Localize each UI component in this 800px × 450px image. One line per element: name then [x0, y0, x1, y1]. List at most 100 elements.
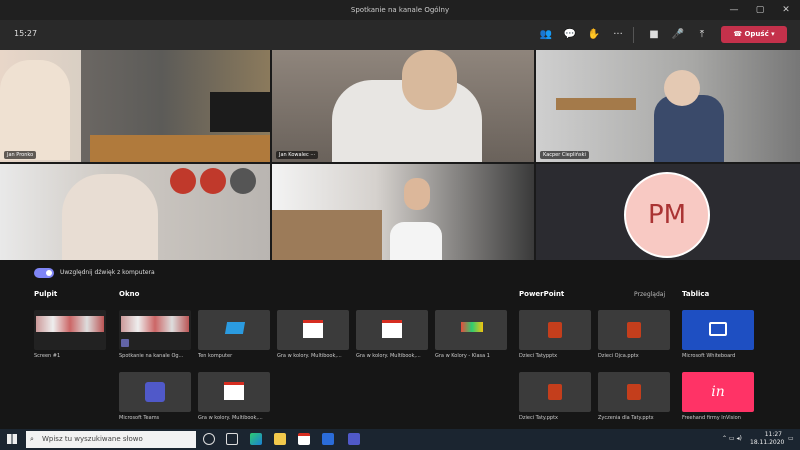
window-item-label: Ten komputer: [198, 353, 233, 359]
clock[interactable]: 11:27 18.11.2020: [750, 431, 784, 447]
window-thumbnail[interactable]: [198, 310, 270, 350]
powerpoint-icon: [548, 384, 562, 400]
participant-name: Kacper Ciepliński: [540, 151, 589, 159]
video-tile[interactable]: [272, 164, 534, 260]
window-titlebar: Spotkanie na kanale Ogólny: [0, 0, 800, 20]
tray-icons[interactable]: ⌃ ▭ ◂): [722, 435, 742, 442]
section-powerpoint: PowerPoint: [519, 290, 565, 298]
leave-button[interactable]: ☎ Opuść ▾: [721, 26, 787, 43]
powerpoint-item-label: Życzenia dla Taty.pptx: [598, 415, 654, 421]
window-thumbnail[interactable]: [356, 310, 428, 350]
video-tile[interactable]: Jan Pronko: [0, 50, 270, 162]
section-whiteboard: Tablica: [682, 290, 710, 298]
meeting-toolbar: 15:27 👥 💬 ✋ ··· ■ 🎤 ⤒ ☎ Opuść ▾: [0, 20, 800, 50]
wall-decoration: [230, 168, 256, 194]
participant-video: [404, 178, 430, 210]
more-actions-icon[interactable]: ···: [610, 27, 626, 43]
edge-icon[interactable]: [250, 433, 262, 445]
screen-preview: [121, 316, 189, 332]
furniture-background: [90, 135, 270, 162]
participant-video: [654, 95, 724, 162]
window-item-label: Gra w kolory. Multibook,...: [277, 353, 342, 359]
app-icon[interactable]: [322, 433, 334, 445]
powerpoint-item-label: Dzieci Taty.pptx: [519, 415, 559, 421]
tv-background: [210, 92, 270, 132]
powerpoint-icon: [627, 384, 641, 400]
powerpoint-thumbnail[interactable]: [519, 310, 591, 350]
whiteboard-item-label: Freehand firmy InVision: [682, 415, 741, 421]
whiteboard-thumbnail[interactable]: [682, 310, 754, 350]
raise-hand-icon[interactable]: ✋: [586, 27, 602, 43]
chat-icon[interactable]: 💬: [562, 27, 578, 43]
phone-icon: ☎: [733, 30, 745, 38]
shelf-background: [556, 98, 636, 110]
maximize-icon[interactable]: ▢: [748, 0, 772, 20]
app-logo-icon: [382, 320, 402, 338]
wall-decoration: [200, 168, 226, 194]
video-tile[interactable]: Jan Kowalec ···: [272, 50, 534, 162]
window-item-label: Gra w kolory. Multibook,...: [198, 415, 263, 421]
window-thumbnail[interactable]: [119, 310, 191, 350]
teams-icon: [121, 339, 129, 347]
window-item-label: Gra w Kolory - Klasa 1: [435, 353, 490, 359]
search-icon: ⌕: [30, 435, 34, 443]
app-logo-icon: [224, 382, 244, 400]
teams-icon[interactable]: [348, 433, 360, 445]
include-audio-label: Uwzględnij dźwięk z komputera: [60, 269, 155, 276]
notifications-icon[interactable]: ▭: [788, 435, 794, 442]
video-tile[interactable]: Kacper Ciepliński: [536, 50, 800, 162]
invision-logo-icon: in: [711, 384, 725, 400]
windows-start-icon[interactable]: [7, 434, 17, 444]
powerpoint-item-label: Dzieci Ojca.pptx: [598, 353, 639, 359]
desktop-item-label: Screen #1: [34, 353, 61, 359]
window-thumbnail[interactable]: [435, 310, 507, 350]
powerpoint-thumbnail[interactable]: [598, 372, 670, 412]
close-icon[interactable]: ✕: [774, 0, 798, 20]
leave-label: Opuść: [744, 30, 769, 38]
powerpoint-thumbnail[interactable]: [598, 310, 670, 350]
participant-video: [390, 222, 442, 260]
avatar: PM: [624, 172, 710, 258]
video-tile[interactable]: [0, 164, 270, 260]
share-screen-icon[interactable]: ⤒: [694, 27, 710, 43]
app-logo-icon: [303, 320, 323, 338]
meeting-timer: 15:27: [14, 29, 38, 38]
wall-decoration: [170, 168, 196, 194]
task-view-icon[interactable]: [226, 433, 238, 445]
invision-thumbnail[interactable]: in: [682, 372, 754, 412]
toolbar-divider: [633, 27, 634, 43]
include-audio-toggle[interactable]: [34, 268, 54, 278]
window-item-label: Gra w kolory. Multibook,...: [356, 353, 421, 359]
powerpoint-icon: [627, 322, 641, 338]
computer-icon: [224, 322, 246, 334]
section-window: Okno: [119, 290, 140, 298]
powerpoint-icon: [548, 322, 562, 338]
powerpoint-thumbnail[interactable]: [519, 372, 591, 412]
camera-icon[interactable]: ■: [646, 27, 662, 43]
desktop-thumbnail[interactable]: [34, 310, 106, 350]
participants-icon[interactable]: 👥: [538, 27, 554, 43]
participant-video: [402, 50, 457, 110]
window-thumbnail[interactable]: [277, 310, 349, 350]
taskbar-search-input[interactable]: ⌕ Wpisz tu wyszukiwane słowo: [26, 431, 196, 448]
minimize-icon[interactable]: —: [722, 0, 746, 20]
screen-preview: [36, 316, 104, 332]
whiteboard-icon: [709, 322, 727, 336]
whiteboard-item-label: Microsoft Whiteboard: [682, 353, 736, 359]
participant-video: [0, 60, 70, 160]
window-title: Spotkanie na kanale Ogólny: [350, 6, 450, 14]
microphone-icon[interactable]: 🎤: [670, 27, 686, 43]
window-thumbnail[interactable]: [198, 372, 270, 412]
window-thumbnail[interactable]: [119, 372, 191, 412]
participant-name: Jan Pronko: [4, 151, 37, 159]
participant-video: [62, 174, 158, 260]
app-logo-icon[interactable]: [298, 433, 310, 445]
cortana-icon[interactable]: [203, 433, 215, 445]
browse-link[interactable]: Przeglądaj: [634, 291, 665, 298]
section-desktop: Pulpit: [34, 290, 58, 298]
powerpoint-item-label: Dzieci Tatypptx: [519, 353, 558, 359]
file-explorer-icon[interactable]: [274, 433, 286, 445]
toys-background: [272, 210, 382, 260]
participant-name: Jan Kowalec ···: [276, 151, 319, 159]
window-item-label: Microsoft Teams: [119, 415, 160, 421]
